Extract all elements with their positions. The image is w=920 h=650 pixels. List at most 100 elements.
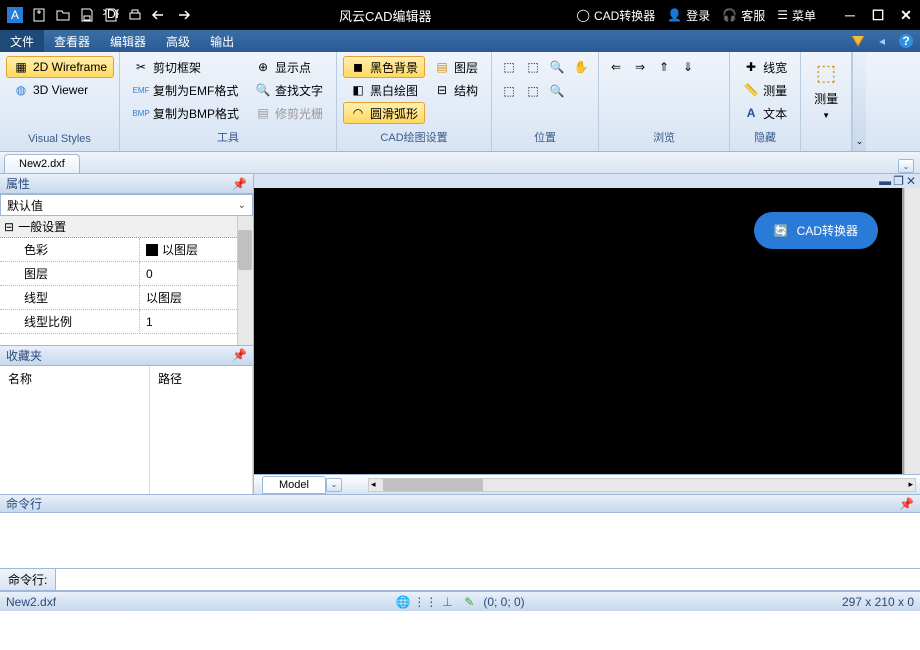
menu-viewer[interactable]: 查看器 (44, 30, 100, 52)
pos-btn-5[interactable]: ⬚ (498, 80, 520, 102)
status-coords: (0; 0; 0) (483, 595, 524, 609)
group-cad-settings: CAD绘图设置 (343, 127, 485, 147)
nav-right-icon[interactable]: ⇒ (629, 56, 651, 78)
pin-icon[interactable]: 📌 (899, 497, 914, 511)
nav-left-icon[interactable]: ⇐ (605, 56, 627, 78)
copy-emf-button[interactable]: EMF复制为EMF格式 (126, 79, 246, 101)
menu-file[interactable]: 文件 (0, 30, 44, 52)
favorites-col-path: 路径 (150, 366, 253, 495)
pin-icon[interactable]: 📌 (232, 177, 247, 191)
menu-link[interactable]: ☰菜单 (777, 7, 816, 24)
bw-draw-button[interactable]: ◧黑白绘图 (343, 79, 425, 101)
linewidth-icon: ✚ (743, 59, 759, 75)
drawing-canvas[interactable]: 🔄 CAD转换器 (254, 188, 902, 474)
convert-icon: 🔄 (774, 224, 789, 238)
pan-icon[interactable]: ✋ (570, 56, 592, 78)
prop-key-color: 色彩 (0, 238, 140, 262)
cut-frame-button[interactable]: ✂剪切框架 (126, 56, 246, 78)
redo-icon[interactable] (172, 4, 194, 26)
text-button[interactable]: A文本 (736, 102, 794, 124)
wireframe-2d-button[interactable]: ▦2D Wireframe (6, 56, 114, 78)
measure-button[interactable]: 📏测量 (736, 79, 794, 101)
properties-panel-header: 属性 📌 (0, 174, 253, 194)
open-icon[interactable] (52, 4, 74, 26)
print-icon[interactable] (124, 4, 146, 26)
find-text-button[interactable]: 🔍查找文字 (248, 79, 330, 101)
canvas-minimize-icon[interactable]: ▬ (879, 174, 891, 188)
properties-scrollbar[interactable] (237, 216, 253, 345)
properties-selector[interactable]: 默认值⌄ (0, 194, 253, 216)
show-point-button[interactable]: ⊕显示点 (248, 56, 330, 78)
user-icon: 👤 (667, 8, 682, 22)
minimize-button[interactable]: ─ (840, 5, 860, 25)
maximize-button[interactable]: ☐ (868, 5, 888, 25)
pos-btn-6[interactable]: ⬚ (522, 80, 544, 102)
group-position: 位置 (498, 127, 592, 147)
menu-editor[interactable]: 编辑器 (100, 30, 156, 52)
new-icon[interactable] (28, 4, 50, 26)
trim-icon: ▤ (255, 105, 271, 121)
favorites-col-name: 名称 (0, 366, 150, 495)
save-icon[interactable] (76, 4, 98, 26)
canvas-close-icon[interactable]: ✕ (906, 174, 916, 188)
filetab-dropdown[interactable]: ⌄ (898, 159, 914, 173)
snap-icon[interactable]: ✎ (461, 594, 477, 610)
prev-icon[interactable]: ◂ (872, 32, 892, 50)
pin-icon[interactable]: 📌 (232, 348, 247, 362)
menu-output[interactable]: 输出 (200, 30, 244, 52)
group-measure (807, 131, 845, 147)
ruler-square-icon: ⬚ (816, 60, 837, 86)
file-tab[interactable]: New2.dxf (4, 154, 80, 173)
cad-converter-float-button[interactable]: 🔄 CAD转换器 (754, 212, 878, 249)
grid-icon[interactable]: ⋮⋮ (417, 594, 433, 610)
zoom-out-icon[interactable]: 🔍 (546, 80, 568, 102)
tree-icon: ⊟ (434, 82, 450, 98)
trim-raster-button[interactable]: ▤修剪光栅 (248, 102, 330, 124)
model-tab[interactable]: Model (262, 476, 326, 494)
line-width-button[interactable]: ✚线宽 (736, 56, 794, 78)
close-button[interactable]: ✕ (896, 5, 916, 25)
login-link[interactable]: 👤登录 (667, 7, 710, 24)
smooth-arc-button[interactable]: ◠圆滑弧形 (343, 102, 425, 124)
copy-bmp-button[interactable]: BMP复制为BMP格式 (126, 102, 246, 124)
pos-btn-8[interactable] (570, 80, 592, 102)
pos-btn-2[interactable]: ⬚ (522, 56, 544, 78)
find-icon: 🔍 (255, 82, 271, 98)
cube-icon: ◍ (13, 82, 29, 98)
zoom-in-icon[interactable]: 🔍 (546, 56, 568, 78)
viewer-3d-button[interactable]: ◍3D Viewer (6, 79, 114, 101)
app-logo: A (4, 4, 26, 26)
nav-up-icon[interactable]: ⇑ (653, 56, 675, 78)
chevron-down-icon: ▼ (822, 111, 830, 120)
black-bg-button[interactable]: ◼黑色背景 (343, 56, 425, 78)
layout-dropdown[interactable]: ⌄ (326, 478, 342, 492)
cad-converter-link[interactable]: ◯CAD转换器 (577, 7, 656, 24)
layers-icon: ▤ (434, 59, 450, 75)
app-title: 风云CAD编辑器 (194, 6, 577, 25)
canvas-hscrollbar[interactable]: ◂▸ (368, 478, 916, 492)
converter-icon: ◯ (577, 8, 590, 22)
favorites-panel-header: 收藏夹 📌 (0, 346, 253, 366)
measure-big-button[interactable]: ⬚ 测量 ▼ (807, 56, 845, 124)
service-link[interactable]: 🎧客服 (722, 7, 765, 24)
prop-category-general[interactable]: ⊟一般设置 (0, 216, 253, 238)
ribbon-expand-button[interactable]: ⌄ (852, 52, 866, 151)
save-pdf-icon[interactable]: PDF (100, 4, 122, 26)
bmp-icon: BMP (133, 105, 149, 121)
structure-button[interactable]: ⊟结构 (427, 79, 485, 101)
ortho-icon[interactable]: ⊥ (439, 594, 455, 610)
undo-icon[interactable] (148, 4, 170, 26)
globe-icon[interactable]: 🌐 (395, 594, 411, 610)
pos-btn-1[interactable]: ⬚ (498, 56, 520, 78)
style-dropdown-icon[interactable] (848, 32, 868, 50)
help-icon[interactable]: ? (896, 32, 916, 50)
layer-button[interactable]: ▤图层 (427, 56, 485, 78)
canvas-vscrollbar[interactable] (904, 188, 920, 474)
canvas-restore-icon[interactable]: ❐ (893, 174, 904, 188)
command-input[interactable] (56, 569, 920, 590)
nav-btn-5[interactable] (701, 56, 723, 78)
blackbg-icon: ◼ (350, 59, 366, 75)
nav-down-icon[interactable]: ⇓ (677, 56, 699, 78)
menu-advanced[interactable]: 高级 (156, 30, 200, 52)
prop-key-linescale: 线型比例 (0, 310, 140, 334)
